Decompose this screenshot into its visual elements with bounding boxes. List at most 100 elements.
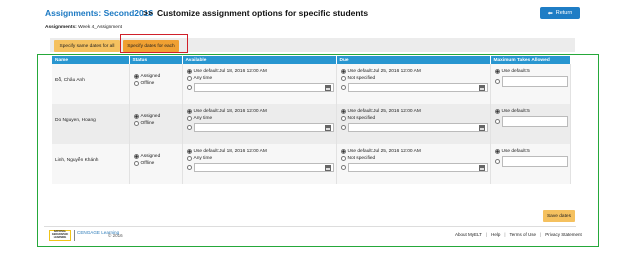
- avail-any-radio[interactable]: [186, 116, 192, 121]
- student-name: Do Nguyen, Hoang: [52, 104, 130, 144]
- footer-separator: |: [540, 232, 542, 237]
- calendar-icon[interactable]: [478, 85, 485, 91]
- col-due: Due: [336, 56, 491, 64]
- breadcrumb-label: Assignments:: [45, 25, 77, 30]
- due-custom-radio[interactable]: [340, 165, 346, 170]
- student-name: Linh, Nguyễn Khánh: [52, 144, 130, 184]
- footer-link-terms[interactable]: Terms of Use: [510, 232, 537, 237]
- status-assigned-label: Assigned: [140, 114, 161, 119]
- max-takes-input[interactable]: [501, 76, 568, 87]
- footer-link-help[interactable]: Help: [491, 232, 500, 237]
- col-max-takes: Maximum Takes Allowed: [490, 56, 571, 64]
- status-offline-radio[interactable]: [133, 161, 139, 166]
- avail-any-label: Any time: [193, 156, 213, 161]
- status-cell: Assigned Offline: [129, 144, 183, 184]
- due-date-input[interactable]: [347, 163, 488, 172]
- avail-date-input[interactable]: [193, 163, 334, 172]
- due-cell: Use default:Jul 25, 2016 12:00 AM Not sp…: [336, 104, 491, 144]
- avail-date-input[interactable]: [193, 83, 334, 92]
- max-default-label: Use default:5: [501, 69, 530, 74]
- logo-divider: [74, 230, 75, 241]
- available-cell: Use default:Jul 18, 2016 12:00 AM Any ti…: [182, 64, 337, 104]
- table-row: Linh, Nguyễn Khánh Assigned Offline Use …: [52, 144, 571, 184]
- due-default-label: Use default:Jul 25, 2016 12:00 AM: [347, 69, 421, 74]
- return-button[interactable]: ⬅ Return: [540, 7, 580, 19]
- max-default-radio[interactable]: [494, 109, 500, 114]
- due-none-label: Not specified: [347, 156, 376, 161]
- due-default-radio[interactable]: [340, 69, 346, 74]
- due-cell: Use default:Jul 25, 2016 12:00 AM Not sp…: [336, 64, 491, 104]
- tab-same-dates[interactable]: Specify same dates for all: [54, 40, 120, 52]
- status-offline-label: Offline: [140, 121, 155, 126]
- available-cell: Use default:Jul 18, 2016 12:00 AM Any ti…: [182, 104, 337, 144]
- due-default-radio[interactable]: [340, 109, 346, 114]
- max-custom-radio[interactable]: [494, 79, 500, 84]
- due-custom-radio[interactable]: [340, 125, 346, 130]
- max-custom-radio[interactable]: [494, 159, 500, 164]
- avail-default-label: Use default:Jul 18, 2016 12:00 AM: [193, 149, 267, 154]
- avail-default-radio[interactable]: [186, 69, 192, 74]
- save-dates-button[interactable]: Save dates: [543, 210, 575, 222]
- due-none-label: Not specified: [347, 116, 376, 121]
- avail-default-label: Use default:Jul 18, 2016 12:00 AM: [193, 109, 267, 114]
- return-label: Return: [555, 10, 573, 16]
- status-offline-radio[interactable]: [133, 81, 139, 86]
- available-cell: Use default:Jul 18, 2016 12:00 AM Any ti…: [182, 144, 337, 184]
- status-assigned-radio[interactable]: [133, 114, 139, 119]
- status-assigned-radio[interactable]: [133, 154, 139, 159]
- col-available: Available: [182, 56, 337, 64]
- status-assigned-label: Assigned: [140, 154, 161, 159]
- max-default-label: Use default:5: [501, 149, 530, 154]
- calendar-icon[interactable]: [324, 85, 331, 91]
- col-status: Status: [129, 56, 183, 64]
- calendar-icon[interactable]: [478, 125, 485, 131]
- due-none-radio[interactable]: [340, 76, 346, 81]
- due-none-radio[interactable]: [340, 156, 346, 161]
- footer-separator: |: [504, 232, 506, 237]
- avail-default-radio[interactable]: [186, 149, 192, 154]
- max-default-radio[interactable]: [494, 69, 500, 74]
- avail-custom-radio[interactable]: [186, 165, 192, 170]
- table-header-row: Name Status Available Due Maximum Takes …: [52, 56, 571, 64]
- title-separator: >>: [143, 8, 153, 18]
- status-offline-radio[interactable]: [133, 121, 139, 126]
- students-table: Name Status Available Due Maximum Takes …: [52, 56, 571, 184]
- due-date-input[interactable]: [347, 83, 488, 92]
- table-row: Do Nguyen, Hoang Assigned Offline Use de…: [52, 104, 571, 144]
- max-takes-input[interactable]: [501, 156, 568, 167]
- page-title: Customize assignment options for specifi…: [157, 8, 369, 18]
- due-default-radio[interactable]: [340, 149, 346, 154]
- copyright-text: © 2016: [108, 233, 123, 238]
- calendar-icon[interactable]: [324, 165, 331, 171]
- breadcrumb: Assignments: Week 4_Assignment: [45, 25, 122, 30]
- due-custom-radio[interactable]: [340, 85, 346, 90]
- footer-separator: |: [485, 232, 488, 237]
- national-geographic-logo: NATIONAL GEOGRAPHIC LEARNING: [49, 230, 71, 241]
- status-assigned-label: Assigned: [140, 74, 161, 79]
- footer-link-privacy[interactable]: Privacy Statement: [545, 232, 582, 237]
- footer-divider: [44, 226, 576, 227]
- calendar-icon[interactable]: [478, 165, 485, 171]
- max-takes-cell: Use default:5: [490, 64, 571, 104]
- status-offline-label: Offline: [140, 81, 155, 86]
- highlight-red-box: [120, 34, 188, 53]
- due-default-label: Use default:Jul 25, 2016 12:00 AM: [347, 109, 421, 114]
- avail-default-radio[interactable]: [186, 109, 192, 114]
- status-assigned-radio[interactable]: [133, 74, 139, 79]
- avail-any-radio[interactable]: [186, 156, 192, 161]
- calendar-icon[interactable]: [324, 125, 331, 131]
- max-takes-input[interactable]: [501, 116, 568, 127]
- status-cell: Assigned Offline: [129, 104, 183, 144]
- footer-link-about[interactable]: About MyELT: [455, 232, 482, 237]
- due-none-radio[interactable]: [340, 116, 346, 121]
- arrow-left-icon: ⬅: [547, 10, 553, 17]
- max-default-radio[interactable]: [494, 149, 500, 154]
- avail-date-input[interactable]: [193, 123, 334, 132]
- assignments-link[interactable]: Assignments: Second2016: [45, 8, 153, 18]
- avail-custom-radio[interactable]: [186, 125, 192, 130]
- avail-any-label: Any time: [193, 116, 213, 121]
- avail-any-radio[interactable]: [186, 76, 192, 81]
- due-date-input[interactable]: [347, 123, 488, 132]
- avail-custom-radio[interactable]: [186, 85, 192, 90]
- max-custom-radio[interactable]: [494, 119, 500, 124]
